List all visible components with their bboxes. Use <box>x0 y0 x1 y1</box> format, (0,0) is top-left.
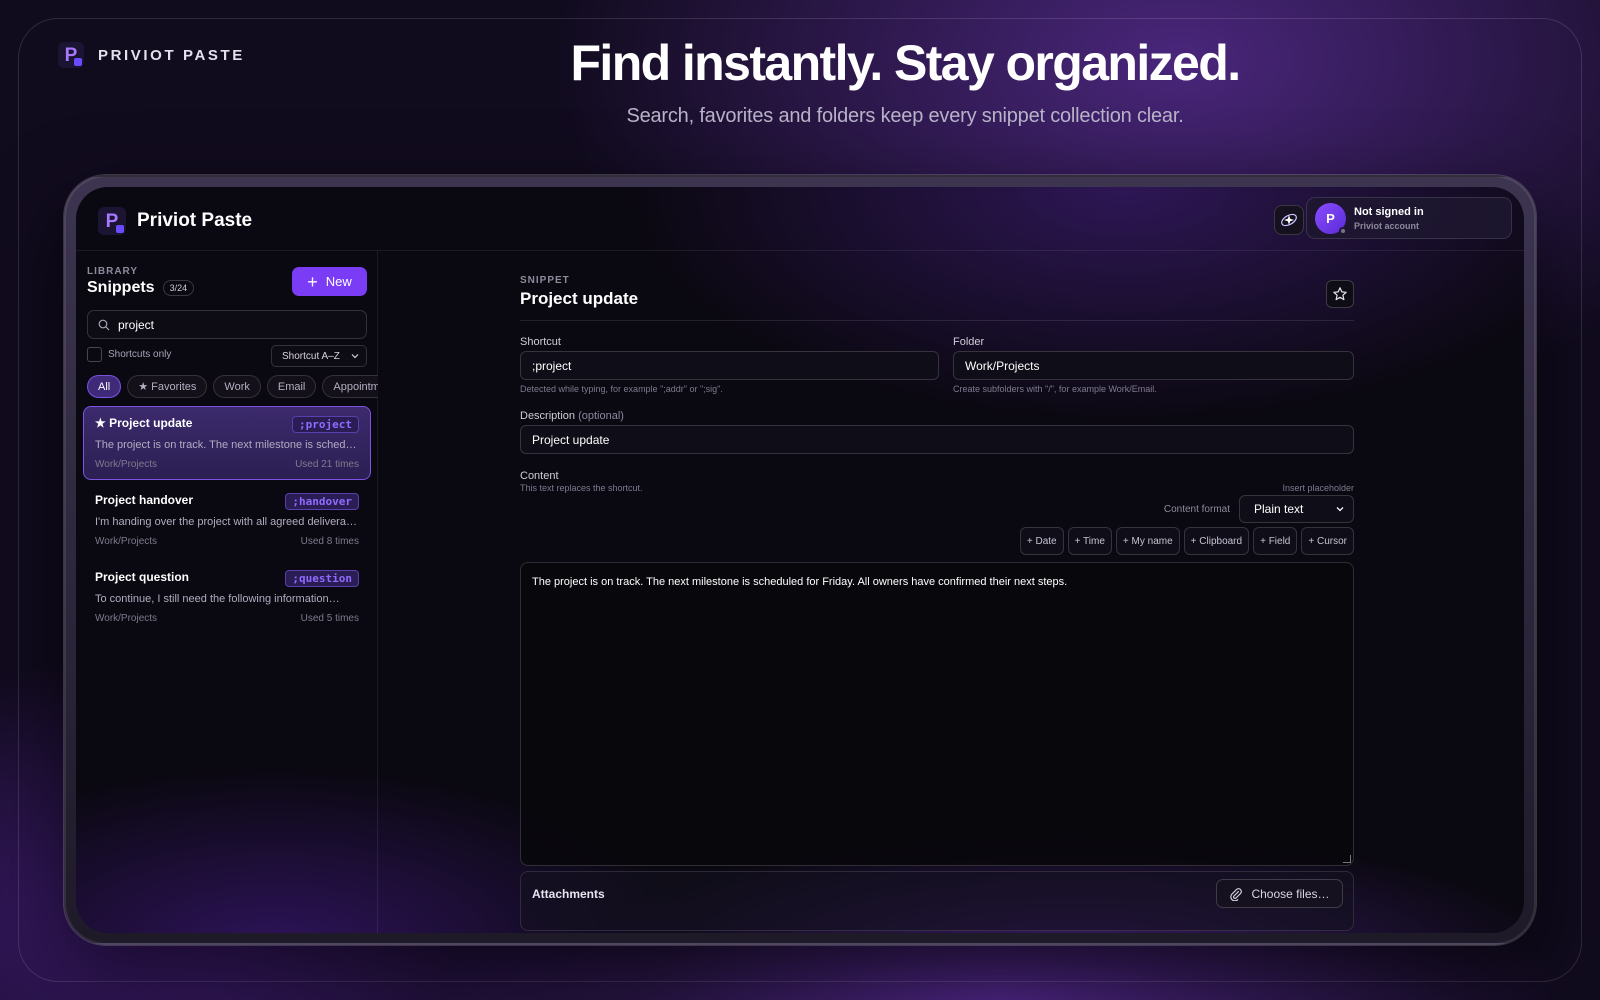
new-snippet-button[interactable]: + New <box>292 267 367 296</box>
snippet-list-item[interactable]: Project question ;question To continue, … <box>83 560 371 634</box>
placeholder-buttons: + Date + Time + My name + Clipboard + Fi… <box>1019 527 1354 555</box>
app-logo-icon: P <box>98 207 126 235</box>
insert-my-name-button[interactable]: + My name <box>1115 527 1180 555</box>
description-label: Description (optional) <box>520 410 624 422</box>
headline: Find instantly. Stay organized. <box>570 35 1241 91</box>
snippet-list-item[interactable]: ★ Project update ;project The project is… <box>83 406 371 480</box>
snippet-item-shortcut: ;project <box>292 416 359 433</box>
snippet-list-item[interactable]: Project handover ;handover I'm handing o… <box>83 483 371 557</box>
snippet-item-folder: Work/Projects <box>95 459 158 470</box>
snippet-title: Project update <box>520 289 639 308</box>
sort-value: Shortcut A–Z <box>282 350 340 362</box>
subheadline: Search, favorites and folders keep every… <box>626 105 1184 127</box>
snippet-item-preview: The project is on track. The next milest… <box>95 439 359 451</box>
shortcut-hint: Detected while typing, for example ";add… <box>520 384 723 394</box>
snippet-item-usage: Used 8 times <box>300 536 359 547</box>
snippet-item-shortcut: ;handover <box>285 493 359 510</box>
attachments-panel: Attachments Choose files… <box>520 871 1354 931</box>
insert-time-button[interactable]: + Time <box>1067 527 1112 555</box>
search-input[interactable]: project <box>87 310 367 339</box>
star-icon <box>1333 287 1347 301</box>
folder-field[interactable]: Work/Projects <box>953 351 1354 380</box>
paperclip-icon <box>1230 887 1243 901</box>
filter-chips: All ★ Favorites Work Email Appointme <box>87 375 378 398</box>
search-icon <box>98 319 110 330</box>
snippet-item-folder: Work/Projects <box>95 536 158 547</box>
filter-chip-email[interactable]: Email <box>266 375 317 398</box>
search-value: project <box>118 317 155 332</box>
snippet-item-preview: I'm handing over the project with all ag… <box>95 516 359 528</box>
optional-tag: (optional) <box>578 410 624 422</box>
snippet-item-folder: Work/Projects <box>95 613 158 624</box>
insert-clipboard-button[interactable]: + Clipboard <box>1183 527 1250 555</box>
content-format-select[interactable]: Plain text <box>1239 495 1354 523</box>
app-brand: P Priviot Paste <box>98 207 252 235</box>
content-hint: This text replaces the shortcut. <box>520 483 643 493</box>
content-textarea[interactable]: The project is on track. The next milest… <box>520 562 1354 866</box>
sidebar: LIBRARY Snippets 3/24 + New project Shor… <box>76 251 378 933</box>
account-subtitle: Priviot account <box>1354 220 1420 231</box>
folder-hint: Create subfolders with "/", for example … <box>953 384 1157 394</box>
favorite-button[interactable] <box>1326 280 1354 308</box>
insert-field-button[interactable]: + Field <box>1253 527 1298 555</box>
filter-chip-appointments[interactable]: Appointme <box>322 375 378 398</box>
sidebar-title: Snippets <box>87 279 155 296</box>
choose-files-label: Choose files… <box>1251 886 1330 901</box>
header-divider <box>520 320 1354 321</box>
account-button[interactable]: P Not signed in Priviot account <box>1306 197 1512 239</box>
account-status: Not signed in <box>1354 205 1424 218</box>
shortcut-field[interactable]: ;project <box>520 351 939 380</box>
ai-assistant-button[interactable] <box>1274 205 1304 235</box>
snippet-item-shortcut: ;question <box>285 570 359 587</box>
insert-placeholder-label: Insert placeholder <box>1282 483 1354 493</box>
snippet-count-badge: 3/24 <box>162 280 195 296</box>
sparkle-orbit-icon <box>1281 213 1297 227</box>
snippet-list: ★ Project update ;project The project is… <box>83 406 371 637</box>
avatar: P <box>1315 202 1347 235</box>
shortcut-label: Shortcut <box>520 336 561 348</box>
content-format-label: Content format <box>1163 504 1230 515</box>
description-field[interactable]: Project update <box>520 425 1354 454</box>
choose-files-button[interactable]: Choose files… <box>1216 879 1343 908</box>
snippet-item-usage: Used 21 times <box>295 459 359 470</box>
status-dot <box>1339 226 1347 235</box>
resize-handle[interactable] <box>1343 855 1351 863</box>
library-label: LIBRARY <box>87 266 139 277</box>
plus-icon: + <box>307 271 318 292</box>
sort-select[interactable]: Shortcut A–Z <box>271 345 367 367</box>
shortcuts-only-label: Shortcuts only <box>108 349 172 360</box>
folder-label: Folder <box>953 336 985 348</box>
app-window: P Priviot Paste P Not signed in Priviot … <box>64 175 1536 945</box>
filter-chip-work[interactable]: Work <box>213 375 261 398</box>
editor-panel: SNIPPET Project update Shortcut ;project… <box>378 251 1524 933</box>
top-bar: P Priviot Paste P Not signed in Priviot … <box>76 187 1524 251</box>
insert-date-button[interactable]: + Date <box>1019 527 1064 555</box>
content-format-value: Plain text <box>1254 502 1304 516</box>
chevron-down-icon <box>351 354 359 359</box>
filter-chip-favorites[interactable]: ★ Favorites <box>127 375 208 398</box>
app-title: Priviot Paste <box>137 210 253 231</box>
insert-cursor-button[interactable]: + Cursor <box>1301 527 1354 555</box>
snippet-item-preview: To continue, I still need the following … <box>95 593 340 605</box>
snippet-item-usage: Used 5 times <box>300 613 359 624</box>
filter-chip-all[interactable]: All <box>87 375 122 398</box>
content-label: Content <box>520 470 559 482</box>
snippet-section-label: SNIPPET <box>520 275 570 286</box>
app-screen: P Priviot Paste P Not signed in Priviot … <box>76 187 1524 933</box>
content-text: The project is on track. The next milest… <box>532 576 1068 588</box>
attachments-label: Attachments <box>532 887 605 901</box>
shortcuts-only-checkbox[interactable] <box>87 347 102 362</box>
new-snippet-label: New <box>325 274 352 289</box>
chevron-down-icon <box>1336 507 1344 512</box>
